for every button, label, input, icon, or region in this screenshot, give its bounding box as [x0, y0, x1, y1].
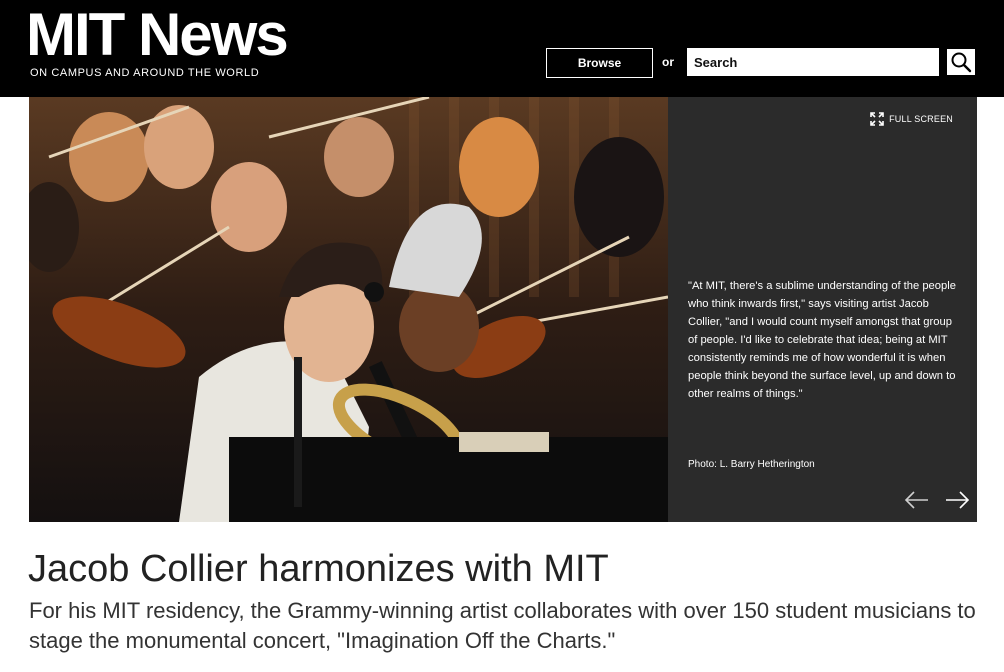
- browse-button[interactable]: Browse: [546, 48, 653, 78]
- fullscreen-label: FULL SCREEN: [889, 114, 953, 124]
- article-subtitle: For his MIT residency, the Grammy-winnin…: [29, 598, 976, 653]
- site-logo[interactable]: MIT News: [26, 4, 289, 66]
- or-label: or: [662, 55, 674, 69]
- photo-quote: "At MIT, there's a sublime understanding…: [688, 280, 956, 400]
- arrow-left-icon[interactable]: [904, 491, 930, 509]
- article-title[interactable]: Jacob Collier harmonizes with MIT: [28, 546, 609, 592]
- site-tagline: ON CAMPUS AND AROUND THE WORLD: [30, 67, 260, 79]
- slideshow-caption-panel: FULL SCREEN "At MIT, there's a sublime u…: [668, 97, 977, 522]
- search-input[interactable]: [687, 48, 939, 76]
- fullscreen-button[interactable]: FULL SCREEN: [870, 112, 953, 126]
- arrow-right-icon[interactable]: [944, 491, 970, 509]
- search-button[interactable]: [946, 48, 976, 76]
- hero-photo: [29, 97, 668, 522]
- concert-photo-image: [29, 97, 668, 522]
- site-header: MIT News ON CAMPUS AND AROUND THE WORLD …: [0, 0, 1004, 97]
- photo-credit: Photo: L. Barry Hetherington: [688, 459, 815, 470]
- fullscreen-icon: [870, 112, 884, 126]
- search-icon: [951, 52, 972, 73]
